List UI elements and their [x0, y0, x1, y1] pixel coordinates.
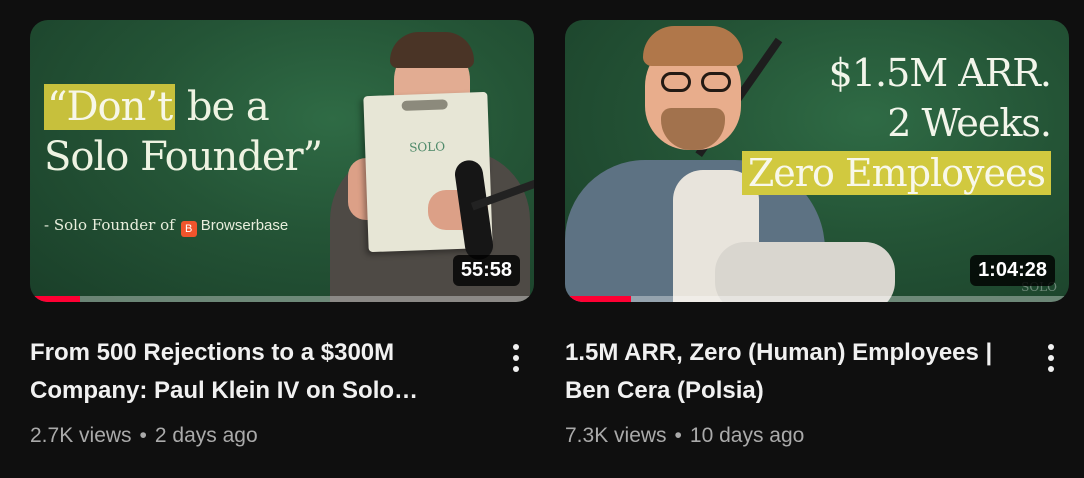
folder-tab: [401, 99, 448, 111]
video-title[interactable]: 1.5M ARR, Zero (Human) Employees | Ben C…: [565, 334, 995, 410]
more-vert-icon[interactable]: [504, 338, 528, 378]
headline-text: 2 Weeks.: [887, 101, 1052, 145]
lens: [701, 72, 731, 92]
glasses-icon: [657, 72, 737, 92]
folder-label: SOLO: [408, 139, 446, 155]
watch-progress-track: [30, 296, 534, 302]
duration-badge: 55:58: [452, 255, 520, 286]
lens: [661, 72, 691, 92]
video-thumbnail[interactable]: SOLO “Don’t be a Solo Founder” - Solo Fo…: [30, 20, 534, 302]
video-card[interactable]: $1.5M ARR. 2 Weeks. Zero Employees SOLO …: [565, 20, 1069, 454]
headline-highlight: Zero Employees: [741, 151, 1051, 195]
guest-leg: [715, 242, 895, 302]
video-thumbnail[interactable]: $1.5M ARR. 2 Weeks. Zero Employees SOLO …: [565, 20, 1069, 302]
video-card[interactable]: SOLO “Don’t be a Solo Founder” - Solo Fo…: [30, 20, 534, 454]
more-vert-icon[interactable]: [1039, 338, 1063, 378]
menu-dot: [513, 366, 519, 372]
thumbnail-credit: - Solo Founder of B Browserbase: [44, 216, 288, 237]
headline-highlight: “Don’t: [44, 84, 176, 130]
brand-name: Browserbase: [200, 217, 289, 234]
video-meta: 1.5M ARR, Zero (Human) Employees | Ben C…: [565, 334, 1069, 454]
video-stats: 2.7K views • 2 days ago: [30, 424, 534, 448]
view-count: 7.3K views: [565, 424, 667, 447]
menu-dot: [1048, 355, 1054, 361]
menu-dot: [513, 355, 519, 361]
view-count: 2.7K views: [30, 424, 132, 447]
headline-text: Solo Founder”: [44, 134, 323, 180]
separator-dot: •: [139, 424, 147, 447]
video-title[interactable]: From 500 Rejections to a $300M Company: …: [30, 334, 460, 410]
menu-dot: [513, 344, 519, 350]
headline-text: $1.5M ARR.: [828, 51, 1052, 95]
credit-text: - Solo Founder of: [44, 216, 175, 234]
duration-badge: 1:04:28: [970, 255, 1055, 286]
watch-progress-track: [565, 296, 1069, 302]
upload-age: 10 days ago: [689, 424, 805, 447]
headline-text: be a: [175, 84, 270, 130]
video-stats: 7.3K views • 10 days ago: [565, 424, 1069, 448]
host-hair: [390, 32, 474, 68]
video-meta: From 500 Rejections to a $300M Company: …: [30, 334, 534, 454]
thumbnail-headline: “Don’t be a Solo Founder”: [44, 82, 323, 182]
separator-dot: •: [674, 424, 682, 447]
watch-progress-bar: [565, 296, 631, 302]
thumbnail-headline: $1.5M ARR. 2 Weeks. Zero Employees: [741, 48, 1052, 198]
upload-age: 2 days ago: [154, 424, 258, 447]
menu-dot: [1048, 344, 1054, 350]
watch-progress-bar: [30, 296, 81, 302]
guest-hair: [643, 26, 743, 66]
menu-dot: [1048, 366, 1054, 372]
browserbase-logo-icon: B: [180, 221, 197, 237]
